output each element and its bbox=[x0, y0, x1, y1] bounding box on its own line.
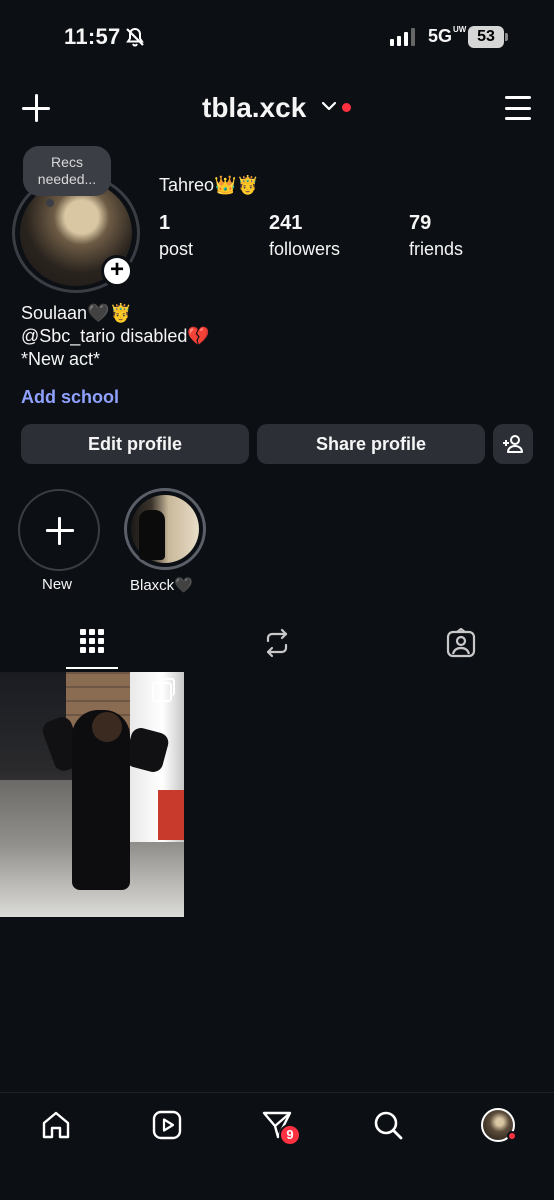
highlight-cover-figure bbox=[139, 510, 165, 560]
add-story-icon[interactable]: + bbox=[101, 255, 133, 287]
add-person-icon bbox=[503, 435, 523, 453]
friends-label: friends bbox=[409, 239, 464, 259]
create-plus-icon[interactable] bbox=[22, 94, 50, 122]
followers-count: 241 bbox=[269, 212, 303, 234]
home-icon[interactable] bbox=[40, 1109, 72, 1141]
post-pump-panel bbox=[158, 790, 184, 840]
account-username[interactable]: tbla.xck bbox=[202, 92, 306, 124]
share-profile-button[interactable]: Share profile bbox=[257, 424, 485, 464]
stat-posts[interactable]: 1 post bbox=[159, 212, 193, 260]
add-school-link[interactable]: Add school bbox=[21, 387, 119, 408]
edit-profile-button[interactable]: Edit profile bbox=[21, 424, 249, 464]
menu-icon[interactable] bbox=[505, 96, 531, 120]
note-bubble-tail bbox=[46, 199, 54, 207]
messages-badge: 9 bbox=[279, 1124, 301, 1146]
highlight-label: Blaxck🖤 bbox=[130, 577, 193, 594]
carousel-icon bbox=[152, 678, 175, 702]
chevron-down-icon[interactable] bbox=[321, 100, 337, 112]
active-tab-indicator bbox=[66, 667, 118, 669]
bio-line: *New act* bbox=[21, 349, 101, 369]
bell-muted-icon bbox=[126, 27, 144, 47]
battery-icon: 53 bbox=[468, 26, 504, 48]
reels-icon[interactable] bbox=[151, 1109, 183, 1141]
battery-nub bbox=[505, 33, 508, 41]
new-highlight-button[interactable] bbox=[18, 489, 100, 571]
posts-label: post bbox=[159, 239, 194, 259]
profile-notification-dot bbox=[507, 1131, 517, 1141]
bio-line[interactable]: @Sbc_tario disabled💔 bbox=[21, 325, 210, 348]
network-indicator: 5GUW bbox=[428, 25, 467, 47]
stat-followers[interactable]: 241 followers bbox=[269, 212, 340, 260]
grid-icon[interactable] bbox=[80, 629, 104, 653]
bio: Soulaan🖤🤴 @Sbc_tario disabled💔 *New act* bbox=[21, 302, 210, 371]
stat-friends[interactable]: 79 friends bbox=[409, 212, 463, 260]
repost-icon[interactable] bbox=[263, 628, 291, 658]
note-bubble[interactable]: Recs needed... bbox=[23, 146, 111, 196]
search-icon[interactable] bbox=[372, 1109, 404, 1141]
display-name: Tahreo👑🤴 bbox=[159, 175, 259, 195]
post-figure-head bbox=[92, 712, 122, 742]
discover-people-button[interactable] bbox=[493, 424, 533, 464]
posts-count: 1 bbox=[159, 212, 171, 234]
bio-line: Soulaan🖤🤴 bbox=[21, 303, 132, 323]
signal-icon bbox=[390, 28, 415, 46]
highlight-label: New bbox=[42, 576, 73, 593]
friends-count: 79 bbox=[409, 212, 432, 234]
followers-label: followers bbox=[269, 239, 341, 259]
status-time: 11:57 bbox=[64, 24, 121, 49]
notification-dot bbox=[342, 103, 351, 112]
tagged-icon[interactable] bbox=[446, 628, 476, 658]
